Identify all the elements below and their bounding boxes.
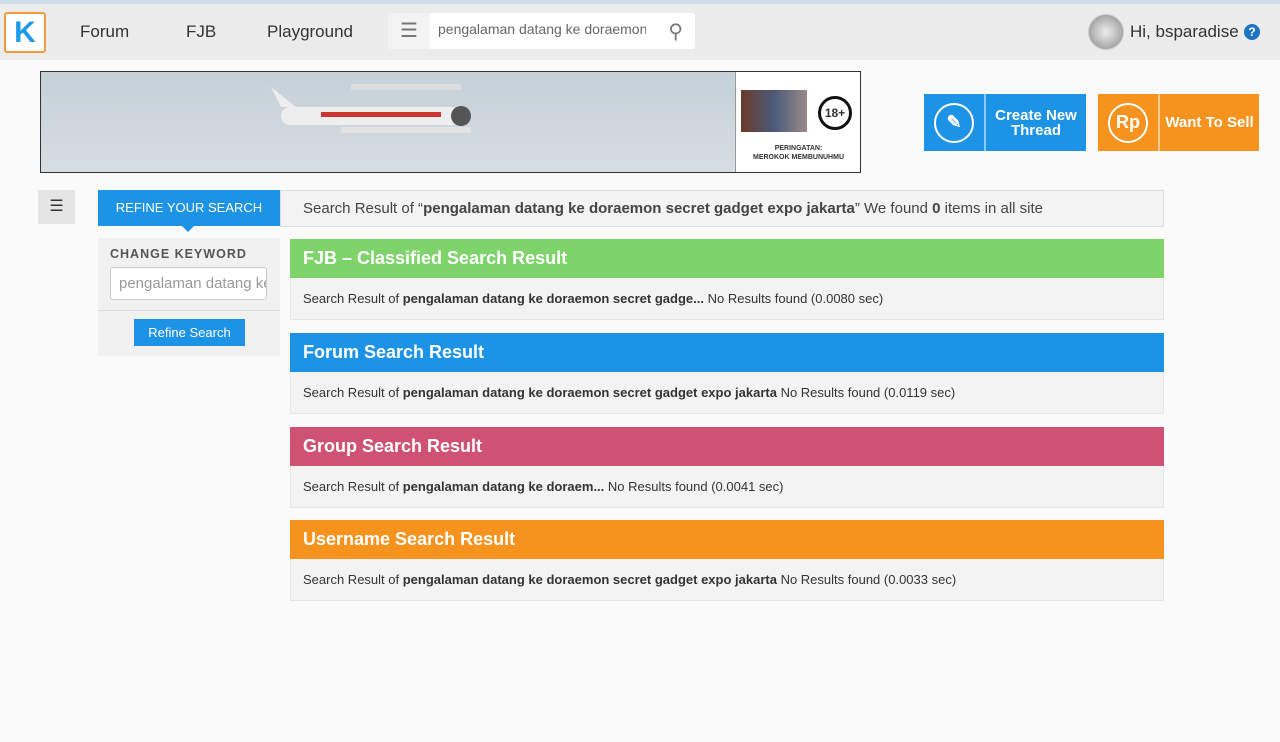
search-bar: ☰ ⚲: [388, 13, 695, 49]
nav-playground[interactable]: Playground: [267, 22, 353, 42]
keyword-input[interactable]: [110, 267, 267, 300]
hamburger-menu-icon[interactable]: ☰: [388, 13, 430, 49]
top-navbar: K Forum FJB Playground ☰ ⚲ Hi, bsparadis…: [0, 4, 1280, 60]
create-thread-button[interactable]: ✎ Create New Thread: [924, 94, 1086, 151]
refine-panel: CHANGE KEYWORD Refine Search: [98, 238, 280, 356]
result-section: Forum Search Result Search Result of pen…: [290, 333, 1164, 414]
avatar[interactable]: [1088, 14, 1124, 50]
nav-forum[interactable]: Forum: [80, 22, 129, 42]
change-keyword-label: CHANGE KEYWORD: [110, 247, 247, 261]
section-result: Search Result of pengalaman datang ke do…: [290, 559, 1164, 601]
section-result: Search Result of pengalaman datang ke do…: [290, 466, 1164, 508]
biplane-image: [271, 84, 471, 133]
tab-refine-search[interactable]: REFINE YOUR SEARCH: [98, 190, 280, 232]
rupiah-icon: Rp: [1108, 102, 1148, 143]
search-summary: Search Result of “pengalaman datang ke d…: [280, 190, 1164, 227]
pencil-icon: ✎: [934, 102, 974, 143]
warning-line-1: PERINGATAN:: [774, 145, 823, 152]
section-result: Search Result of pengalaman datang ke do…: [290, 372, 1164, 414]
section-title: Group Search Result: [290, 427, 1164, 466]
section-title: Username Search Result: [290, 520, 1164, 559]
nav-fjb[interactable]: FJB: [186, 22, 216, 42]
result-section: Username Search Result Search Result of …: [290, 520, 1164, 601]
sidebar-toggle-icon[interactable]: ☰: [38, 190, 75, 224]
divider: [98, 310, 280, 311]
search-input[interactable]: [438, 21, 646, 37]
result-section: FJB – Classified Search Result Search Re…: [290, 239, 1164, 320]
warning-image: [741, 90, 807, 132]
section-result: Search Result of pengalaman datang ke do…: [290, 278, 1164, 320]
section-title: FJB – Classified Search Result: [290, 239, 1164, 278]
kaskus-logo[interactable]: K: [4, 12, 46, 53]
age-rating-badge: 18+: [818, 96, 852, 130]
refine-search-button[interactable]: Refine Search: [134, 319, 245, 346]
section-title: Forum Search Result: [290, 333, 1164, 372]
result-section: Group Search Result Search Result of pen…: [290, 427, 1164, 508]
search-icon[interactable]: ⚲: [668, 19, 683, 44]
user-greeting[interactable]: Hi, bsparadise: [1130, 22, 1239, 42]
create-thread-label: Create New Thread: [995, 106, 1077, 139]
warning-line-2: MEROKOK MEMBUNUHMU: [753, 154, 844, 161]
health-warning: 18+ PERINGATAN: MEROKOK MEMBUNUHMU: [735, 72, 860, 172]
want-to-sell-label: Want To Sell: [1165, 114, 1254, 131]
help-icon[interactable]: ?: [1244, 24, 1260, 40]
want-to-sell-button[interactable]: Rp Want To Sell: [1098, 94, 1259, 151]
ad-banner[interactable]: 18+ PERINGATAN: MEROKOK MEMBUNUHMU: [40, 71, 861, 173]
